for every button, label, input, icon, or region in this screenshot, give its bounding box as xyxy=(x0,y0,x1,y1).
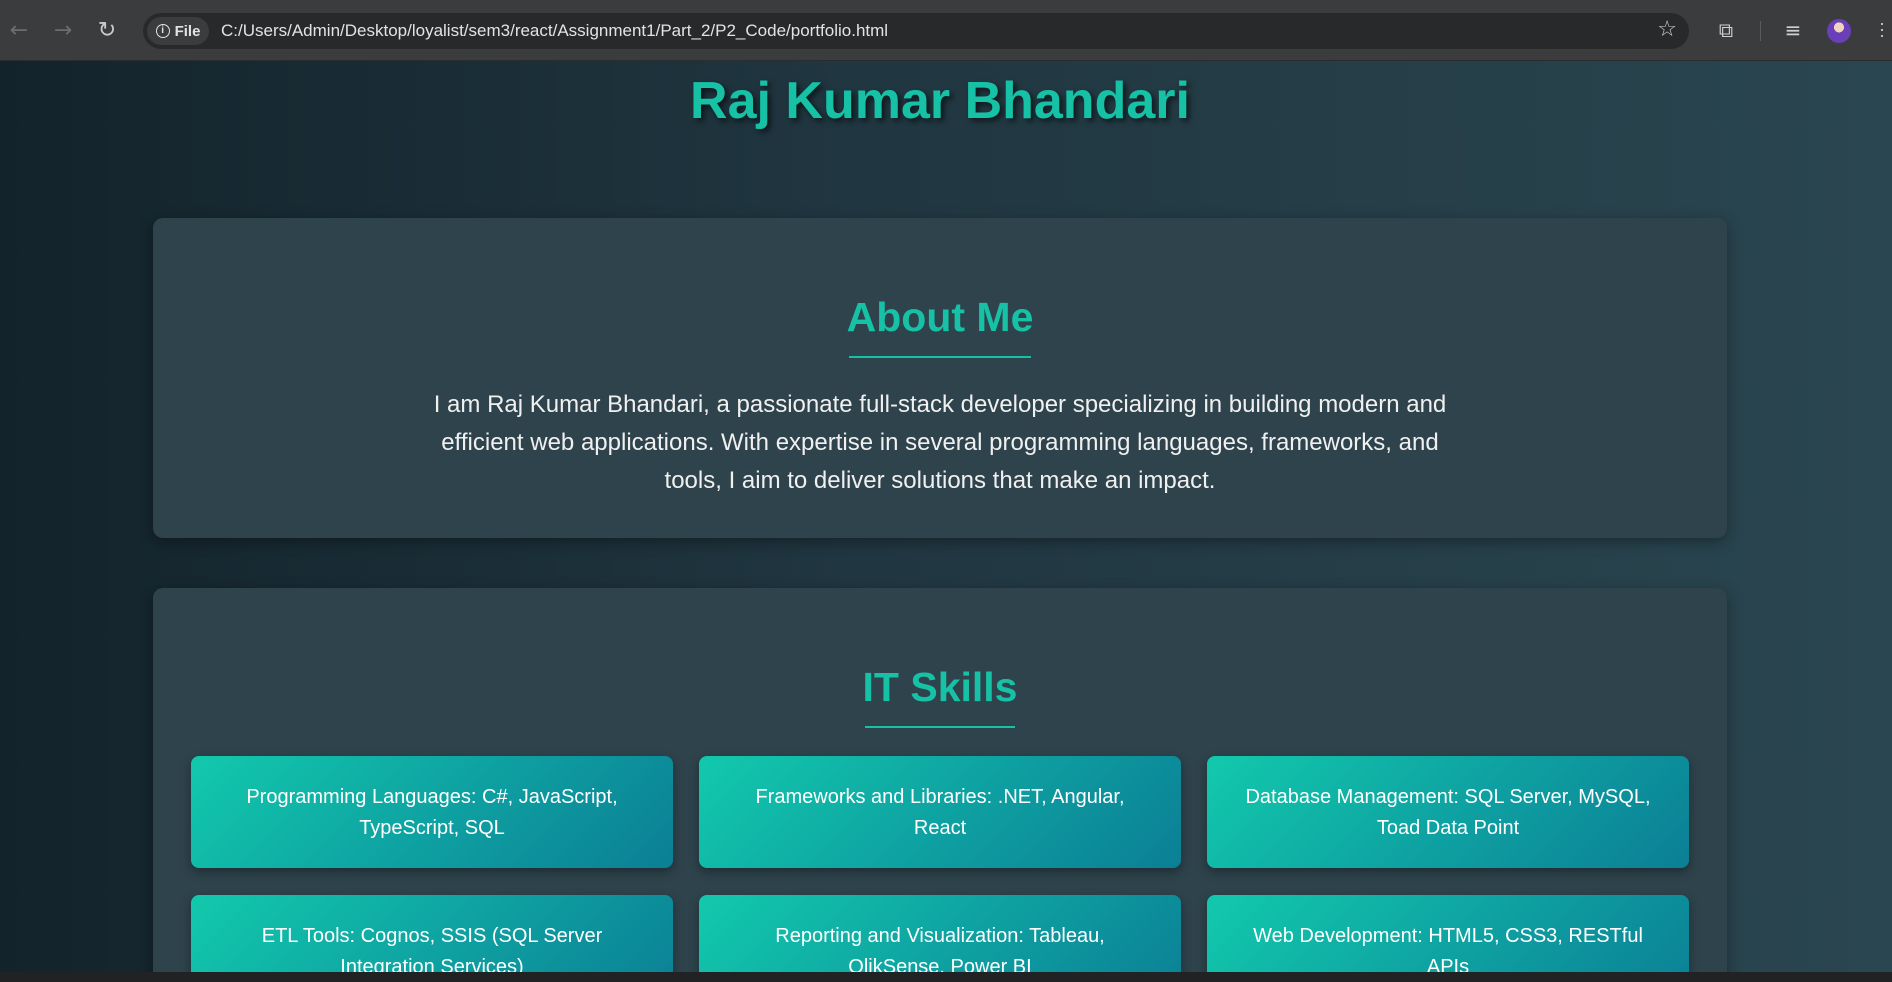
skill-card: Web Development: HTML5, CSS3, RESTful AP… xyxy=(1207,895,1689,972)
page-viewport: Raj Kumar Bhandari About Me I am Raj Kum… xyxy=(0,61,1892,972)
arrow-right-icon: → xyxy=(53,17,73,43)
back-button[interactable]: ← xyxy=(3,14,35,46)
page-title: Raj Kumar Bhandari xyxy=(690,72,1190,130)
about-section: About Me I am Raj Kumar Bhandari, a pass… xyxy=(153,218,1727,538)
about-heading-underline xyxy=(849,356,1031,358)
address-bar[interactable]: i File C:/Users/Admin/Desktop/loyalist/s… xyxy=(143,13,1689,49)
site-chip-label: File xyxy=(174,22,201,40)
about-heading: About Me xyxy=(846,294,1034,340)
skill-card: Programming Languages: C#, JavaScript, T… xyxy=(191,756,673,868)
forward-button[interactable]: → xyxy=(47,14,79,46)
skills-heading-underline xyxy=(865,726,1015,728)
media-queue-icon: ≡ xyxy=(1784,18,1802,42)
site-info-chip[interactable]: i File xyxy=(147,17,209,45)
window-bottom-edge xyxy=(0,972,1892,982)
skill-card: Database Management: SQL Server, MySQL, … xyxy=(1207,756,1689,868)
puzzle-icon: ⧉ xyxy=(1718,18,1734,42)
arrow-left-icon: ← xyxy=(9,17,29,43)
info-icon: i xyxy=(155,24,170,38)
toolbar-divider xyxy=(1760,21,1761,41)
skills-section: IT Skills Programming Languages: C#, Jav… xyxy=(153,588,1727,972)
skills-heading: IT Skills xyxy=(862,664,1018,710)
skill-card: Frameworks and Libraries: .NET, Angular,… xyxy=(699,756,1181,868)
skill-card: ETL Tools: Cognos, SSIS (SQL Server Inte… xyxy=(191,895,673,972)
reload-button[interactable]: ↻ xyxy=(91,14,123,46)
kebab-menu-icon[interactable]: · · · xyxy=(1878,14,1886,44)
skill-card: Reporting and Visualization: Tableau, Ql… xyxy=(699,895,1181,972)
avatar[interactable] xyxy=(1827,19,1851,43)
browser-toolbar: ← → ↻ i File C:/Users/Admin/Desktop/loya… xyxy=(0,0,1892,61)
media-button[interactable]: ≡ xyxy=(1779,16,1807,44)
reload-icon: ↻ xyxy=(97,17,117,43)
about-text: I am Raj Kumar Bhandari, a passionate fu… xyxy=(433,391,1447,494)
star-icon[interactable]: ☆ xyxy=(1657,17,1677,42)
url-text[interactable]: C:/Users/Admin/Desktop/loyalist/sem3/rea… xyxy=(221,21,888,41)
extensions-button[interactable]: ⧉ xyxy=(1712,16,1740,44)
